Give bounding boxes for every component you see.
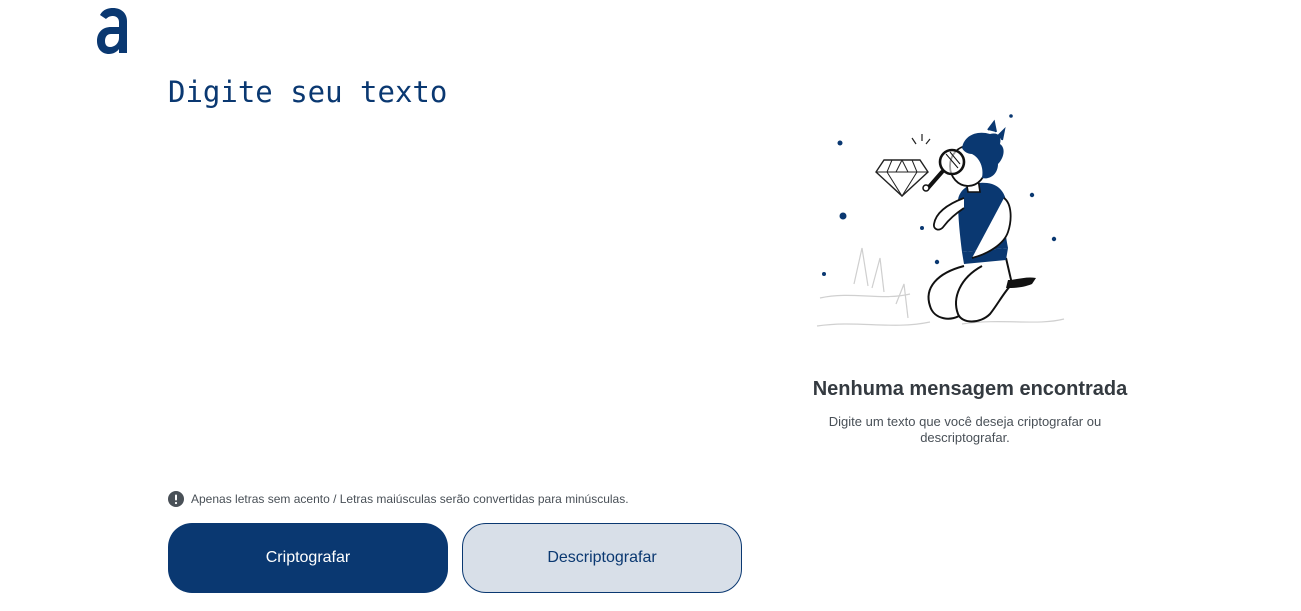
input-hint: Apenas letras sem acento / Letras maiúsc… [168,491,629,507]
message-input[interactable] [168,72,743,472]
empty-state-description: Digite um texto que você deseja criptogr… [828,414,1102,445]
exclamation-circle-icon [168,491,184,507]
decrypt-button[interactable]: Descriptografar [462,523,742,593]
logo-icon[interactable] [96,6,130,56]
person-with-magnifying-glass-illustration [816,114,1065,327]
encrypt-button[interactable]: Criptografar [168,523,448,593]
page: Apenas letras sem acento / Letras maiúsc… [0,0,1301,611]
empty-state-title: Nenhuma mensagem encontrada [812,378,1128,400]
hint-text: Apenas letras sem acento / Letras maiúsc… [191,492,629,506]
